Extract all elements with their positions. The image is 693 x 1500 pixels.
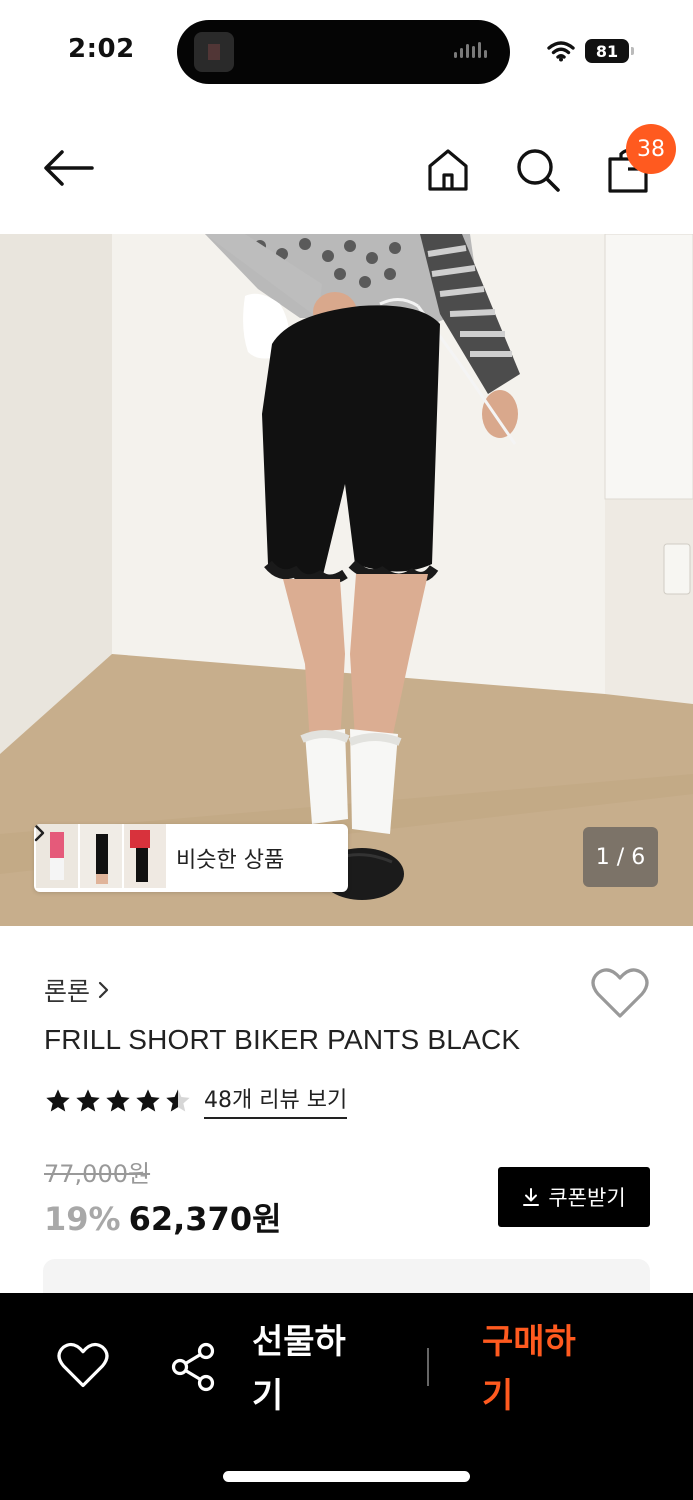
- similar-products-label: 비슷한 상품: [176, 848, 285, 873]
- status-bar: 2:02 81: [0, 0, 693, 100]
- star-icon: [46, 1088, 70, 1111]
- rating-row: 48개 리뷰 보기: [44, 1082, 348, 1119]
- gift-button[interactable]: 선물하기: [252, 1315, 372, 1423]
- heart-icon: [57, 1342, 109, 1388]
- brand-link[interactable]: 론론: [44, 972, 110, 1008]
- share-button[interactable]: [168, 1341, 220, 1393]
- bottom-wishlist-button[interactable]: [56, 1341, 110, 1391]
- status-indicators: 81: [547, 36, 634, 66]
- star-rating: [44, 1087, 192, 1115]
- half-star-icon: [166, 1088, 190, 1111]
- product-image-gallery[interactable]: 비슷한 상품 1 / 6: [0, 234, 693, 926]
- similar-product-thumbnail: [80, 824, 122, 888]
- similar-products-button[interactable]: 비슷한 상품: [34, 824, 348, 892]
- audio-wave-icon: [454, 42, 492, 62]
- home-icon: [428, 149, 468, 191]
- star-icon: [76, 1088, 100, 1111]
- similar-product-thumbnail: [124, 824, 166, 888]
- cart-count-badge: 38: [626, 124, 676, 174]
- buy-button[interactable]: 구매하기: [482, 1315, 602, 1423]
- home-indicator[interactable]: [223, 1471, 470, 1482]
- brand-name: 론론: [44, 977, 91, 1006]
- star-icon: [106, 1088, 130, 1111]
- back-button[interactable]: [38, 138, 98, 198]
- share-icon: [171, 1342, 215, 1392]
- bottom-action-bar: 선물하기 구매하기: [0, 1293, 693, 1500]
- discount-rate: 19%: [44, 1200, 121, 1238]
- chevron-right-icon: [98, 981, 109, 999]
- battery-level: 81: [595, 41, 619, 61]
- top-nav: 38: [0, 110, 693, 230]
- wishlist-button[interactable]: [590, 966, 650, 1024]
- home-button[interactable]: [418, 140, 478, 200]
- download-icon: [523, 1188, 540, 1206]
- now-playing-thumbnail: [194, 32, 234, 72]
- dynamic-island: [177, 20, 510, 84]
- price-row: 19% 62,370원: [44, 1194, 282, 1240]
- back-arrow-icon: [44, 150, 94, 186]
- coupon-button[interactable]: 쿠폰받기: [498, 1167, 650, 1227]
- wifi-icon: [547, 41, 575, 62]
- original-price: 77,000원: [44, 1160, 151, 1188]
- product-photo: [0, 234, 693, 926]
- image-page-indicator: 1 / 6: [583, 827, 658, 887]
- status-time: 2:02: [68, 34, 135, 64]
- divider: [427, 1348, 429, 1386]
- sale-price: 62,370원: [128, 1200, 282, 1238]
- chevron-right-icon: [34, 824, 45, 842]
- heart-icon: [591, 968, 649, 1018]
- product-title: FRILL SHORT BIKER PANTS BLACK: [44, 1024, 521, 1055]
- search-icon: [517, 149, 560, 192]
- search-button[interactable]: [508, 140, 568, 200]
- reviews-link[interactable]: 48개 리뷰 보기: [204, 1082, 348, 1119]
- star-icon: [136, 1088, 160, 1111]
- battery-icon: 81: [585, 39, 634, 63]
- coupon-label: 쿠폰받기: [548, 1186, 626, 1210]
